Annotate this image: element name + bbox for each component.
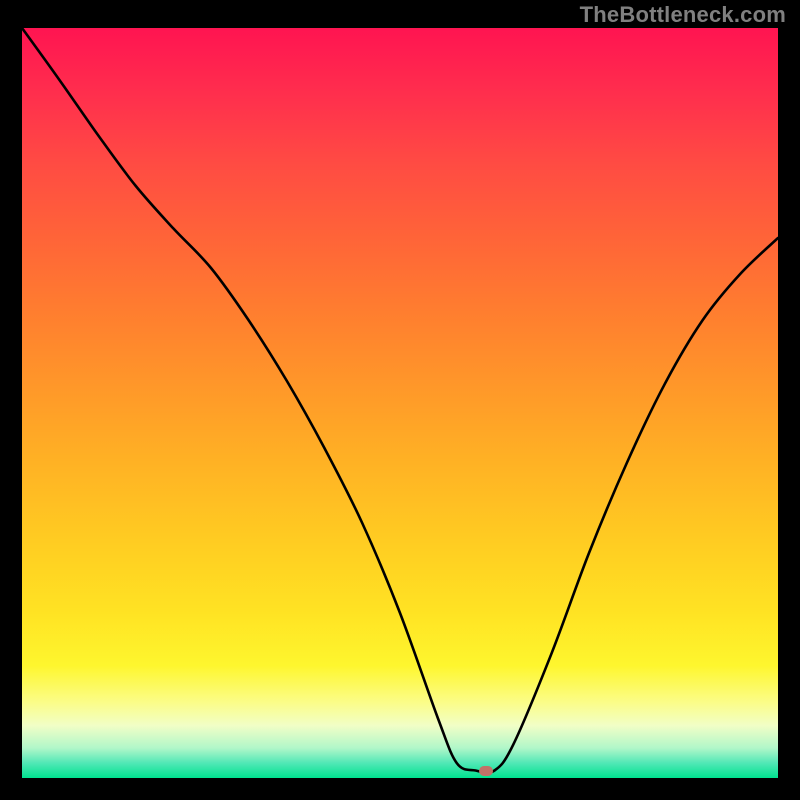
bottleneck-curve [22,28,778,778]
watermark-text: TheBottleneck.com [580,2,786,28]
chart-frame: TheBottleneck.com [0,0,800,800]
optimal-point-marker [479,766,493,776]
plot-area [22,28,778,778]
